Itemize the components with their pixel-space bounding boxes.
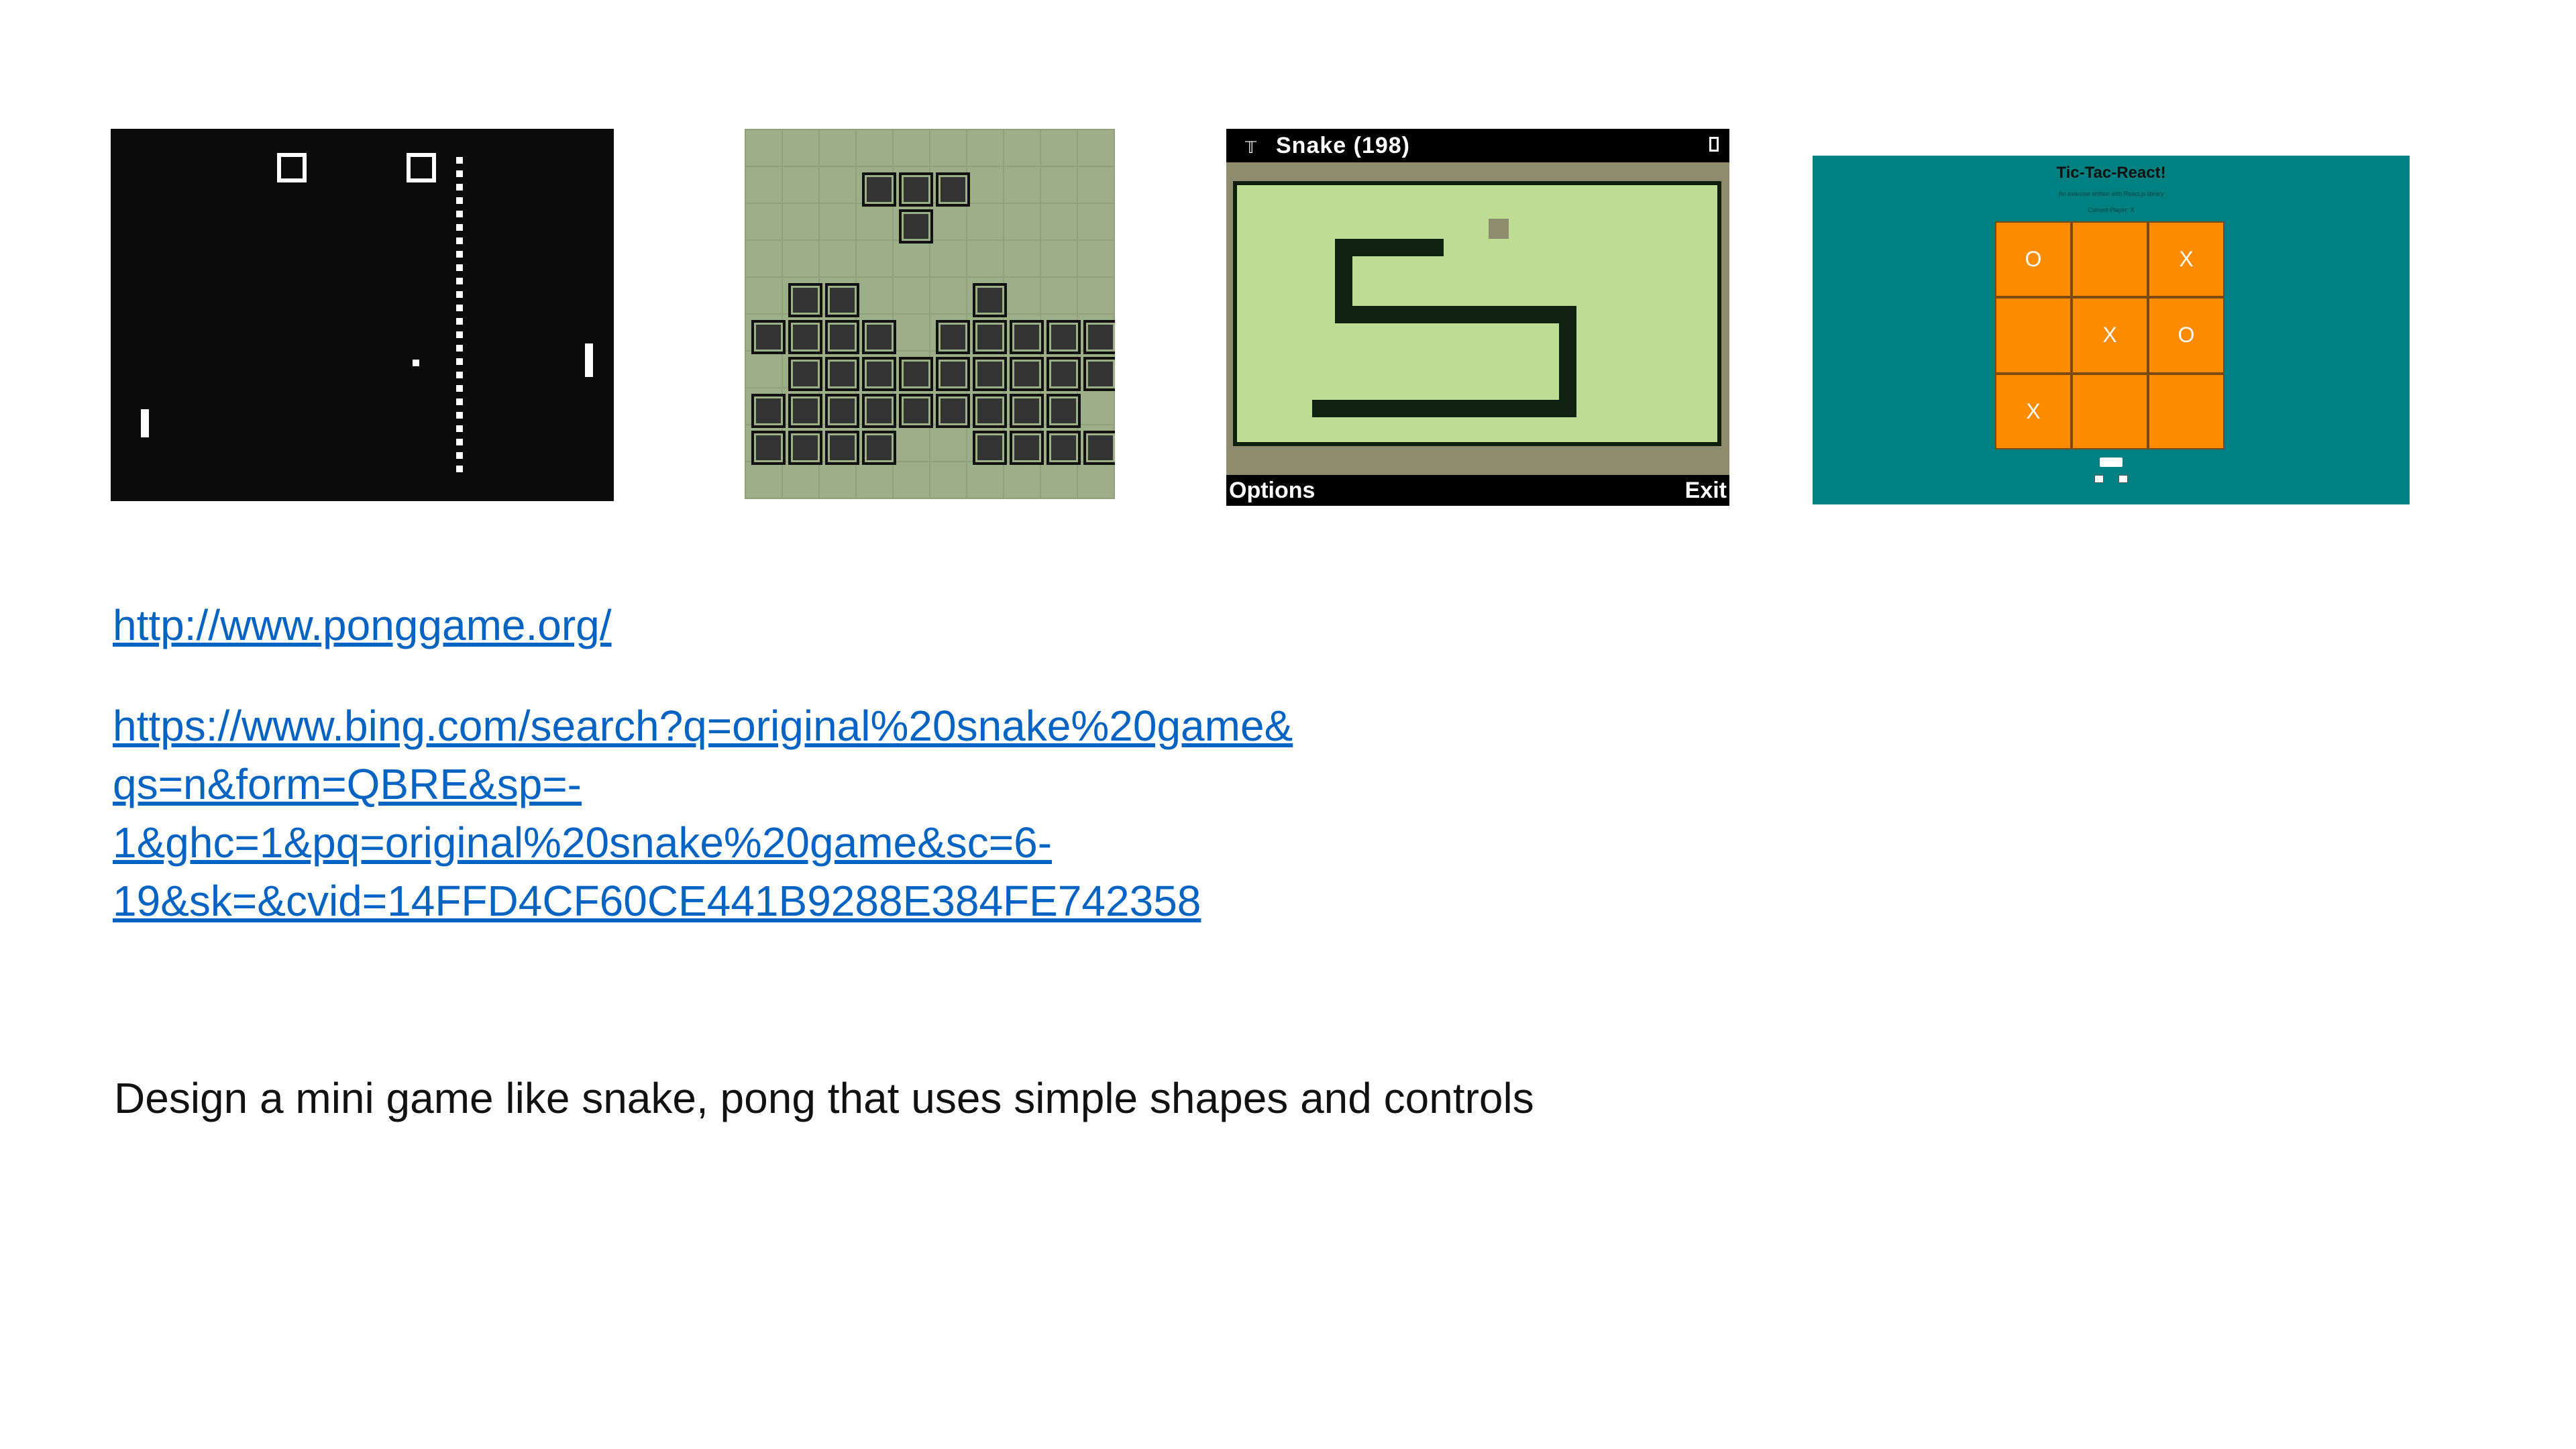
tictactoe-current-player: Current Player: X	[2088, 207, 2135, 213]
tetris-block	[825, 431, 859, 465]
tetris-block	[788, 431, 822, 465]
tetris-block	[862, 431, 896, 465]
tetris-block	[1010, 320, 1044, 354]
pong-net	[456, 157, 463, 478]
board-cell[interactable]: O	[2148, 297, 2224, 374]
tictactoe-board: O X X O X	[1995, 221, 2224, 449]
tictactoe-image: Tic-Tac-React! An exercise written with …	[1813, 156, 2410, 504]
tetris-block	[862, 172, 896, 207]
tetris-block	[973, 431, 1007, 465]
tetris-block	[973, 394, 1007, 428]
board-cell[interactable]	[2148, 373, 2224, 449]
tetris-block	[899, 357, 933, 391]
tetris-block	[1046, 357, 1081, 391]
tetris-block	[1010, 431, 1044, 465]
snake-softkey-bar: Options Exit	[1226, 475, 1729, 506]
tetris-block	[825, 394, 859, 428]
tetris-block	[973, 320, 1007, 354]
tetris-block	[973, 283, 1007, 317]
tetris-block	[751, 320, 786, 354]
tetris-block	[1046, 320, 1081, 354]
tetris-block	[1083, 320, 1115, 354]
tictactoe-subtitle: An exercise written with React.js librar…	[2058, 191, 2164, 197]
board-cell[interactable]	[1995, 297, 2072, 374]
exit-softkey[interactable]: Exit	[1685, 478, 1727, 504]
tetris-block	[936, 357, 970, 391]
tetris-block	[899, 394, 933, 428]
history-marker[interactable]	[2118, 475, 2128, 483]
tetris-block	[1046, 394, 1081, 428]
pong-link[interactable]: http://www.ponggame.org/	[113, 600, 612, 650]
bing-link-line[interactable]: 19&sk=&cvid=14FFD4CF60CE441B9288E384FE74…	[113, 876, 1201, 926]
tetris-block	[862, 394, 896, 428]
tictactoe-title: Tic-Tac-React!	[2056, 164, 2166, 182]
bing-link-line[interactable]: qs=n&form=QBRE&sp=-	[113, 759, 582, 809]
reset-button[interactable]	[2100, 458, 2123, 467]
tetris-block	[788, 283, 822, 317]
snake-segment	[1312, 400, 1576, 417]
tetris-block	[788, 357, 822, 391]
tetris-block	[1046, 431, 1081, 465]
pong-image	[111, 129, 614, 501]
pong-score-left	[277, 153, 307, 182]
board-cell[interactable]: X	[1995, 373, 2072, 449]
tetris-block	[936, 320, 970, 354]
tetris-block	[751, 394, 786, 428]
snake-food	[1489, 219, 1509, 239]
tetris-block	[862, 320, 896, 354]
tetris-block	[936, 172, 970, 207]
pong-ball	[413, 360, 419, 366]
tetris-block	[1083, 431, 1115, 465]
board-cell[interactable]: O	[1995, 221, 2072, 298]
history-marker[interactable]	[2094, 475, 2104, 483]
board-cell[interactable]	[2072, 221, 2148, 298]
board-cell[interactable]: X	[2148, 221, 2224, 298]
tetris-image	[745, 129, 1115, 499]
snake-title: Snake (198)	[1276, 133, 1410, 158]
snake-status-bar: 𝕋 Snake (198)	[1226, 129, 1729, 162]
battery-icon	[1709, 137, 1719, 152]
tetris-block	[899, 209, 933, 244]
tetris-block	[825, 320, 859, 354]
tetris-block	[862, 357, 896, 391]
snake-phone-screen: 𝕋 Snake (198) Options Exit	[1226, 129, 1729, 506]
tetris-block	[1010, 357, 1044, 391]
tetris-block	[825, 283, 859, 317]
tetris-block	[973, 357, 1007, 391]
tetris-block	[936, 394, 970, 428]
snake-segment	[1335, 306, 1575, 323]
tetris-block	[751, 431, 786, 465]
tetris-block	[1083, 357, 1115, 391]
board-cell[interactable]: X	[2072, 297, 2148, 374]
pong-right-paddle	[585, 343, 593, 377]
snake-game-field	[1233, 181, 1721, 446]
board-cell[interactable]	[2072, 373, 2148, 449]
bing-link-line[interactable]: 1&ghc=1&pq=original%20snake%20game&sc=6-	[113, 818, 1052, 867]
signal-icon: 𝕋	[1245, 139, 1256, 157]
tetris-block	[1010, 394, 1044, 428]
pong-left-paddle	[141, 409, 149, 437]
tetris-block	[825, 357, 859, 391]
pong-score-right	[407, 153, 436, 182]
task-description: Design a mini game like snake, pong that…	[114, 1074, 1534, 1122]
tetris-block	[788, 320, 822, 354]
tetris-block	[899, 172, 933, 207]
bing-link-line[interactable]: https://www.bing.com/search?q=original%2…	[113, 701, 1293, 751]
options-softkey[interactable]: Options	[1229, 478, 1315, 504]
tetris-block	[788, 394, 822, 428]
